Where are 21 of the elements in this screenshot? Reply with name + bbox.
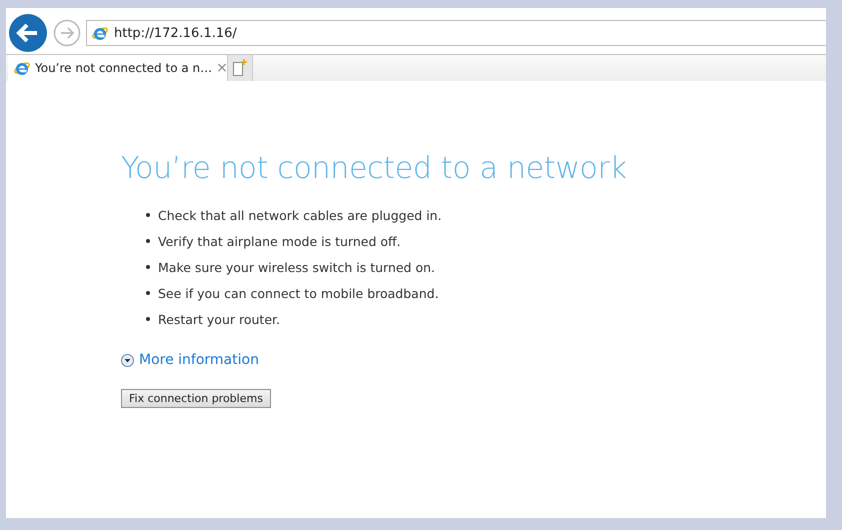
browser-tab[interactable]: You’re not connected to a n… ×	[8, 55, 228, 81]
fix-connection-button[interactable]: Fix connection problems	[121, 388, 271, 408]
more-information-link[interactable]: More information	[121, 352, 259, 368]
tip-text: See if you can connect to mobile broadband.	[158, 286, 439, 300]
expand-icon	[121, 354, 134, 366]
tip-text: Make sure your wireless switch is turned on.	[158, 260, 436, 274]
close-tab-button[interactable]: ×	[216, 60, 228, 76]
bullet-icon	[146, 213, 150, 217]
bullet-icon	[146, 239, 150, 243]
tip-text: Check that all network cables are plugged in.	[158, 208, 442, 222]
back-button[interactable]	[8, 13, 48, 53]
address-field[interactable]: http://172.16.1.16/	[86, 20, 826, 46]
new-tab-button[interactable]	[232, 59, 248, 77]
forward-button[interactable]	[53, 19, 81, 47]
bullet-icon	[146, 265, 150, 269]
tip-text: Restart your router.	[158, 312, 280, 326]
bullet-icon	[146, 291, 150, 295]
page-heading: You’re not connected to a network	[121, 151, 628, 186]
tip-text: Verify that airplane mode is turned off.	[158, 234, 401, 248]
tab-title: You’re not connected to a n…	[35, 61, 212, 75]
bullet-icon	[146, 317, 150, 321]
